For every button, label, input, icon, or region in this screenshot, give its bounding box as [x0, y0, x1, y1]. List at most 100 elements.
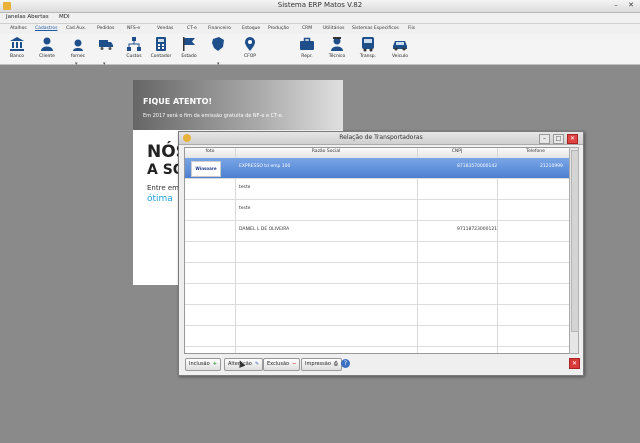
- dialog-maximize-button[interactable]: □: [553, 134, 564, 144]
- tab-financeiro[interactable]: Financeiro: [208, 26, 231, 31]
- tab-nfse[interactable]: NFS-e: [127, 26, 140, 31]
- technician-icon: [331, 37, 343, 51]
- dialog-close-button[interactable]: ✕: [567, 134, 578, 144]
- tab-estoque[interactable]: Estoque: [242, 26, 260, 31]
- fornec-dropdown-arrow[interactable]: ▾: [75, 61, 78, 67]
- cell-telefone: 21210999: [540, 164, 563, 169]
- toolbar-custos-button[interactable]: Custos: [121, 35, 147, 63]
- table-row[interactable]: Winsoare EXPRESSO td emp 100 87183570000…: [185, 158, 574, 179]
- toolbar-cfop-button[interactable]: CFOP: [237, 35, 263, 63]
- tab-sistemas-especificos[interactable]: Sistemas Especificos: [352, 26, 399, 31]
- cost-tree-icon: [127, 37, 141, 51]
- column-cnpj[interactable]: CNPJ: [417, 149, 497, 154]
- tab-utilitarios[interactable]: Utilitários: [323, 26, 345, 31]
- toolbar: Banco Cliente fornec Custos Contador Est…: [0, 34, 640, 67]
- toolbar-repr-label: Repr.: [301, 54, 313, 59]
- supplier-icon: [73, 39, 83, 51]
- tab-pedidos[interactable]: Pedidos: [97, 26, 114, 31]
- column-razao-social[interactable]: Razão Social: [235, 149, 417, 154]
- toolbar-banco-label: Banco: [10, 54, 24, 59]
- help-icon[interactable]: ?: [341, 359, 350, 368]
- toolbar-tecnico-label: Técnico: [328, 54, 346, 59]
- calculator-icon: [156, 37, 166, 51]
- bus-icon: [362, 37, 374, 52]
- tab-vendas[interactable]: Vendas: [157, 26, 173, 31]
- minus-icon: −: [292, 361, 297, 367]
- scrollbar-thumb[interactable]: [571, 150, 579, 332]
- toolbar-truck-button[interactable]: [93, 35, 119, 63]
- cell-razao-social: EXPRESSO td emp 100: [239, 164, 291, 169]
- toolbar-map-button[interactable]: [205, 35, 231, 63]
- table-row[interactable]: [185, 242, 574, 263]
- cell-razao-social: teste: [239, 185, 251, 190]
- column-telefone[interactable]: Telefone: [497, 149, 574, 154]
- table-row[interactable]: [185, 305, 574, 326]
- cell-cnpj: 87183570000142: [457, 164, 498, 169]
- table-row[interactable]: DANIEL L DE OLIVEIRA 97118723000121: [185, 221, 574, 242]
- banner-text-4: ótima: [147, 194, 173, 204]
- carrier-logo: Winsoare: [191, 161, 221, 177]
- cell-cnpj: 97118723000121: [457, 227, 498, 232]
- truck-icon: [99, 40, 113, 50]
- truck-dropdown-arrow[interactable]: ▾: [103, 61, 106, 67]
- exclusao-button[interactable]: Exclusão −: [263, 358, 301, 371]
- plus-icon: +: [212, 361, 217, 367]
- toolbar-fornec-label: fornec: [70, 54, 86, 59]
- toolbar-transp-button[interactable]: Transp.: [355, 35, 381, 63]
- tab-atalhos[interactable]: Atalhos: [10, 26, 27, 31]
- table-row[interactable]: teste: [185, 200, 574, 221]
- bank-icon: [10, 37, 24, 51]
- table-row[interactable]: teste: [185, 179, 574, 200]
- grid-vertical-scrollbar[interactable]: [569, 147, 579, 354]
- transportadoras-dialog: Relação de Transportadoras – □ ✕ foto Ra…: [178, 131, 584, 376]
- printer-icon: ⎙: [333, 361, 338, 367]
- toolbar-estado-button[interactable]: Estado: [176, 35, 202, 63]
- banner-text-3: Entre em: [147, 184, 179, 192]
- dialog-title: Relação de Transportadoras: [339, 134, 423, 141]
- location-pin-icon: [245, 37, 255, 51]
- toolbar-fornec-button[interactable]: fornec: [65, 35, 91, 63]
- minimize-button[interactable]: –: [611, 1, 621, 10]
- inclusao-label: Inclusão: [189, 361, 210, 367]
- table-row[interactable]: [185, 326, 574, 347]
- toolbar-banco-button[interactable]: Banco: [4, 35, 30, 63]
- close-icon[interactable]: ✕: [569, 358, 580, 369]
- window-titlebar: Sistema ERP Matos V.82 – ✕: [0, 0, 640, 13]
- toolbar-contador-button[interactable]: Contador: [148, 35, 174, 63]
- tab-fiis[interactable]: Fiis: [408, 26, 415, 31]
- inclusao-button[interactable]: Inclusão +: [185, 358, 221, 371]
- cell-razao-social: DANIEL L DE OLIVEIRA: [239, 227, 290, 232]
- toolbar-cfop-label: CFOP: [244, 54, 256, 59]
- impressao-button[interactable]: Impressão ⎙: [301, 358, 342, 371]
- tab-crm[interactable]: CRM: [302, 26, 312, 31]
- toolbar-estado-label: Estado: [181, 54, 197, 59]
- banner-subline: Em 2017 será o fim da emissão gratuita d…: [143, 113, 284, 119]
- toolbar-repr-button[interactable]: Repr.: [294, 35, 320, 63]
- tab-cadastros[interactable]: Cadastros: [35, 26, 57, 31]
- dialog-minimize-button[interactable]: –: [539, 134, 550, 144]
- menu-janelas-abertas[interactable]: Janelas Abertas: [6, 14, 49, 20]
- menu-mdi[interactable]: MDI: [59, 14, 70, 20]
- table-row[interactable]: [185, 263, 574, 284]
- cell-razao-social: teste: [239, 206, 251, 211]
- tab-producao[interactable]: Produção: [268, 26, 289, 31]
- transportadoras-grid[interactable]: foto Razão Social CNPJ Telefone Winsoare…: [184, 147, 575, 354]
- banner-headline: FIQUE ATENTO!: [143, 97, 213, 106]
- client-icon: [41, 37, 53, 51]
- toolbar-cliente-label: Cliente: [39, 54, 55, 59]
- column-foto[interactable]: foto: [185, 149, 235, 154]
- tab-cte[interactable]: CT-e: [187, 26, 197, 31]
- toolbar-tecnico-button[interactable]: Técnico: [324, 35, 350, 63]
- toolbar-custos-label: Custos: [126, 54, 142, 59]
- flag-icon: [183, 37, 195, 51]
- map-dropdown-arrow[interactable]: ▾: [217, 61, 220, 67]
- close-window-button[interactable]: ✕: [626, 1, 636, 10]
- exclusao-label: Exclusão: [267, 361, 290, 367]
- map-icon: [212, 37, 224, 51]
- table-row[interactable]: [185, 284, 574, 305]
- toolbar-veiculo-label: Veiculo: [391, 54, 409, 59]
- toolbar-cliente-button[interactable]: Cliente: [34, 35, 60, 63]
- window-title: Sistema ERP Matos V.82: [277, 1, 363, 9]
- tab-cad-aux[interactable]: Cad.Aux.: [66, 26, 86, 31]
- toolbar-veiculo-button[interactable]: Veiculo: [387, 35, 413, 63]
